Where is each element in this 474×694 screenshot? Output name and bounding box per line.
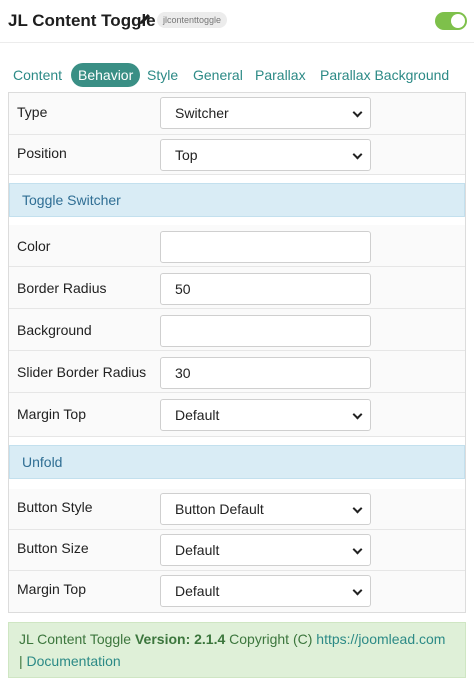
position-select[interactable]: Top xyxy=(160,139,371,171)
field-row-slider-border-radius: Slider Border Radius 30 xyxy=(9,351,465,393)
section-title: Unfold xyxy=(22,454,63,470)
margin-top-select[interactable]: Default xyxy=(160,575,371,607)
background-input[interactable] xyxy=(160,315,371,347)
margin-top-select[interactable]: Default xyxy=(160,399,371,431)
tab-parallax[interactable]: Parallax xyxy=(255,63,306,87)
field-row-type: Type Switcher xyxy=(9,93,465,135)
section-unfold: Unfold xyxy=(9,445,465,479)
field-row-button-style: Button Style Button Default xyxy=(9,489,465,530)
tab-style[interactable]: Style xyxy=(147,63,178,87)
behavior-panel: Type Switcher Position Top Toggle Switch… xyxy=(8,92,466,613)
border-radius-label: Border Radius xyxy=(17,280,107,296)
footer-website-link[interactable]: https://joomlead.com xyxy=(316,631,445,647)
margin-top-label: Margin Top xyxy=(17,406,87,422)
slider-border-radius-input[interactable]: 30 xyxy=(160,357,371,389)
button-size-label: Button Size xyxy=(17,540,89,556)
field-row-button-size: Button Size Default xyxy=(9,530,465,571)
field-row-margin-top: Margin Top Default xyxy=(9,393,465,437)
border-radius-input[interactable]: 50 xyxy=(160,273,371,305)
type-select[interactable]: Switcher xyxy=(160,97,371,129)
footer-name: JL Content Toggle xyxy=(19,631,132,647)
type-label: Type xyxy=(17,104,48,120)
margin-top-label: Margin Top xyxy=(17,581,87,597)
enable-toggle[interactable] xyxy=(435,12,467,30)
footer-documentation-link[interactable]: Documentation xyxy=(27,653,121,669)
button-size-select[interactable]: Default xyxy=(160,534,371,566)
footer-separator: | xyxy=(19,653,23,669)
module-title: JL Content Toggle xyxy=(8,11,156,30)
button-style-label: Button Style xyxy=(17,499,93,515)
field-row-background: Background xyxy=(9,309,465,351)
footer-version-label: Version: xyxy=(134,631,191,647)
position-label: Position xyxy=(17,145,67,161)
background-label: Background xyxy=(17,322,92,338)
module-slug-badge: jlcontenttoggle xyxy=(157,12,228,28)
tab-content[interactable]: Content xyxy=(13,63,62,87)
field-row-color: Color xyxy=(9,225,465,267)
toggle-knob xyxy=(451,14,465,28)
footer-copyright: Copyright (C) xyxy=(229,631,313,647)
header-divider xyxy=(0,42,474,43)
section-toggle-switcher: Toggle Switcher xyxy=(9,183,465,217)
tab-general[interactable]: General xyxy=(193,63,243,87)
field-row-position: Position Top xyxy=(9,135,465,175)
footer-version: 2.1.4 xyxy=(194,631,226,647)
field-row-border-radius: Border Radius 50 xyxy=(9,267,465,309)
slider-border-radius-label: Slider Border Radius xyxy=(17,364,147,380)
pencil-icon[interactable] xyxy=(138,12,152,26)
tab-behavior[interactable]: Behavior xyxy=(71,63,141,87)
module-header: JL Content Toggle jlcontenttoggle xyxy=(0,0,474,42)
color-label: Color xyxy=(17,238,51,254)
color-input[interactable] xyxy=(160,231,371,263)
button-style-select[interactable]: Button Default xyxy=(160,493,371,525)
section-title: Toggle Switcher xyxy=(22,192,121,208)
tab-parallax-background[interactable]: Parallax Background xyxy=(320,63,449,87)
field-row-margin-top-unfold: Margin Top Default xyxy=(9,571,465,612)
footer-info: JL Content Toggle Version: 2.1.4 Copyrig… xyxy=(8,622,466,678)
